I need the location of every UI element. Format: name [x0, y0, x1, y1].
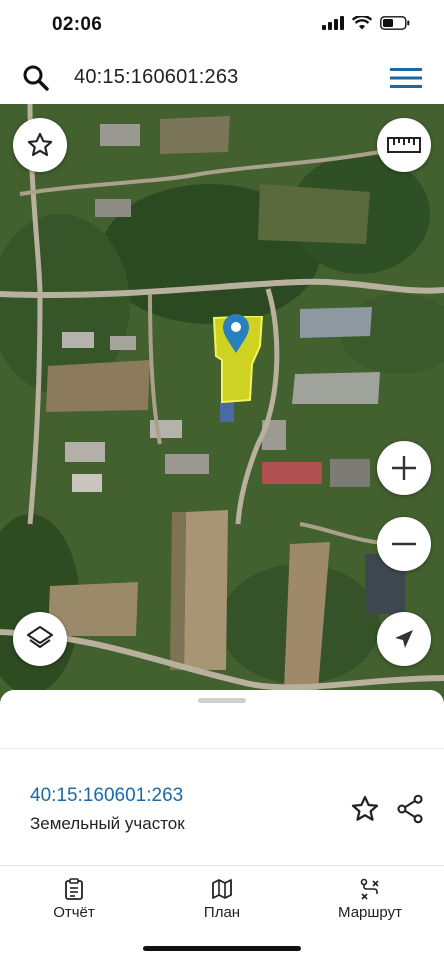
wifi-icon	[352, 16, 372, 30]
favorite-button[interactable]	[13, 118, 67, 172]
share-icon[interactable]	[396, 794, 424, 824]
navigation-arrow-icon[interactable]	[392, 627, 416, 651]
tab-plan[interactable]: План	[162, 878, 282, 921]
home-indicator	[143, 946, 301, 951]
divider	[0, 865, 444, 866]
tab-label: Отчёт	[53, 904, 95, 921]
star-icon[interactable]	[26, 131, 54, 159]
status-time: 02:06	[52, 14, 103, 35]
search-bar[interactable]: 40:15:160601:263	[8, 58, 436, 98]
search-icon[interactable]	[22, 64, 50, 92]
info-bottom-sheet: 40:15:160601:263 Земельный участок Отчёт…	[0, 690, 444, 960]
sheet-drag-handle[interactable]	[198, 698, 246, 703]
status-bar: 02:06	[0, 0, 444, 52]
cellular-signal-icon	[322, 16, 344, 30]
zoom-out-button[interactable]	[377, 517, 431, 571]
locate-me-button[interactable]	[377, 612, 431, 666]
battery-icon	[380, 16, 410, 30]
map-plan-icon	[212, 879, 232, 899]
hamburger-menu-icon[interactable]	[390, 66, 422, 90]
layers-button[interactable]	[13, 612, 67, 666]
ruler-button[interactable]	[377, 118, 431, 172]
object-type-label: Земельный участок	[30, 814, 185, 833]
status-icons	[322, 16, 410, 30]
tab-report[interactable]: Отчёт	[14, 878, 134, 921]
ruler-icon[interactable]	[387, 135, 421, 155]
tab-label: План	[203, 904, 241, 921]
plus-icon[interactable]	[390, 454, 418, 482]
tab-route[interactable]: Маршрут	[310, 878, 430, 921]
satellite-map[interactable]	[0, 104, 444, 704]
divider	[0, 748, 444, 749]
minus-icon[interactable]	[390, 530, 418, 558]
add-favorite-icon[interactable]	[350, 794, 380, 824]
route-icon	[360, 878, 379, 900]
cadastral-number-link[interactable]: 40:15:160601:263	[30, 785, 183, 807]
map-pin-icon[interactable]	[222, 314, 250, 354]
layers-icon[interactable]	[25, 624, 55, 654]
tab-label: Маршрут	[338, 904, 402, 921]
search-query[interactable]: 40:15:160601:263	[74, 66, 238, 89]
zoom-in-button[interactable]	[377, 441, 431, 495]
report-icon	[65, 878, 83, 900]
